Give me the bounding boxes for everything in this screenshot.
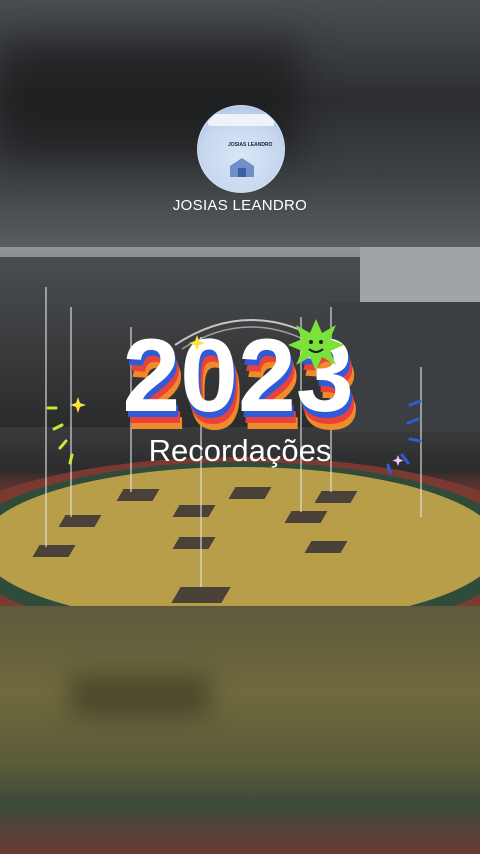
profile-name[interactable]: JOSIAS LEANDRO <box>0 197 480 214</box>
fountain-grate <box>171 587 231 603</box>
fountain-grate <box>284 511 328 523</box>
profile-avatar[interactable]: JOSIAS LEANDRO <box>197 105 285 193</box>
avatar-title: JOSIAS LEANDRO <box>228 142 273 148</box>
subtitle-recordacoes: Recordações <box>148 433 332 468</box>
fountain-grate <box>172 505 216 517</box>
avatar-banner <box>208 114 274 126</box>
blurred-background-bottom <box>0 606 480 854</box>
house-icon <box>230 158 254 177</box>
fountain-grate <box>304 541 348 553</box>
sky <box>360 247 480 307</box>
fountain-grate <box>58 515 102 527</box>
year-graphic: 2023 2023 2023 2023 <box>46 318 422 475</box>
photo-scene: 2023 2023 2023 2023 Recordações <box>0 247 480 607</box>
fountain-grate <box>32 545 76 557</box>
fountain-grate <box>172 537 216 549</box>
